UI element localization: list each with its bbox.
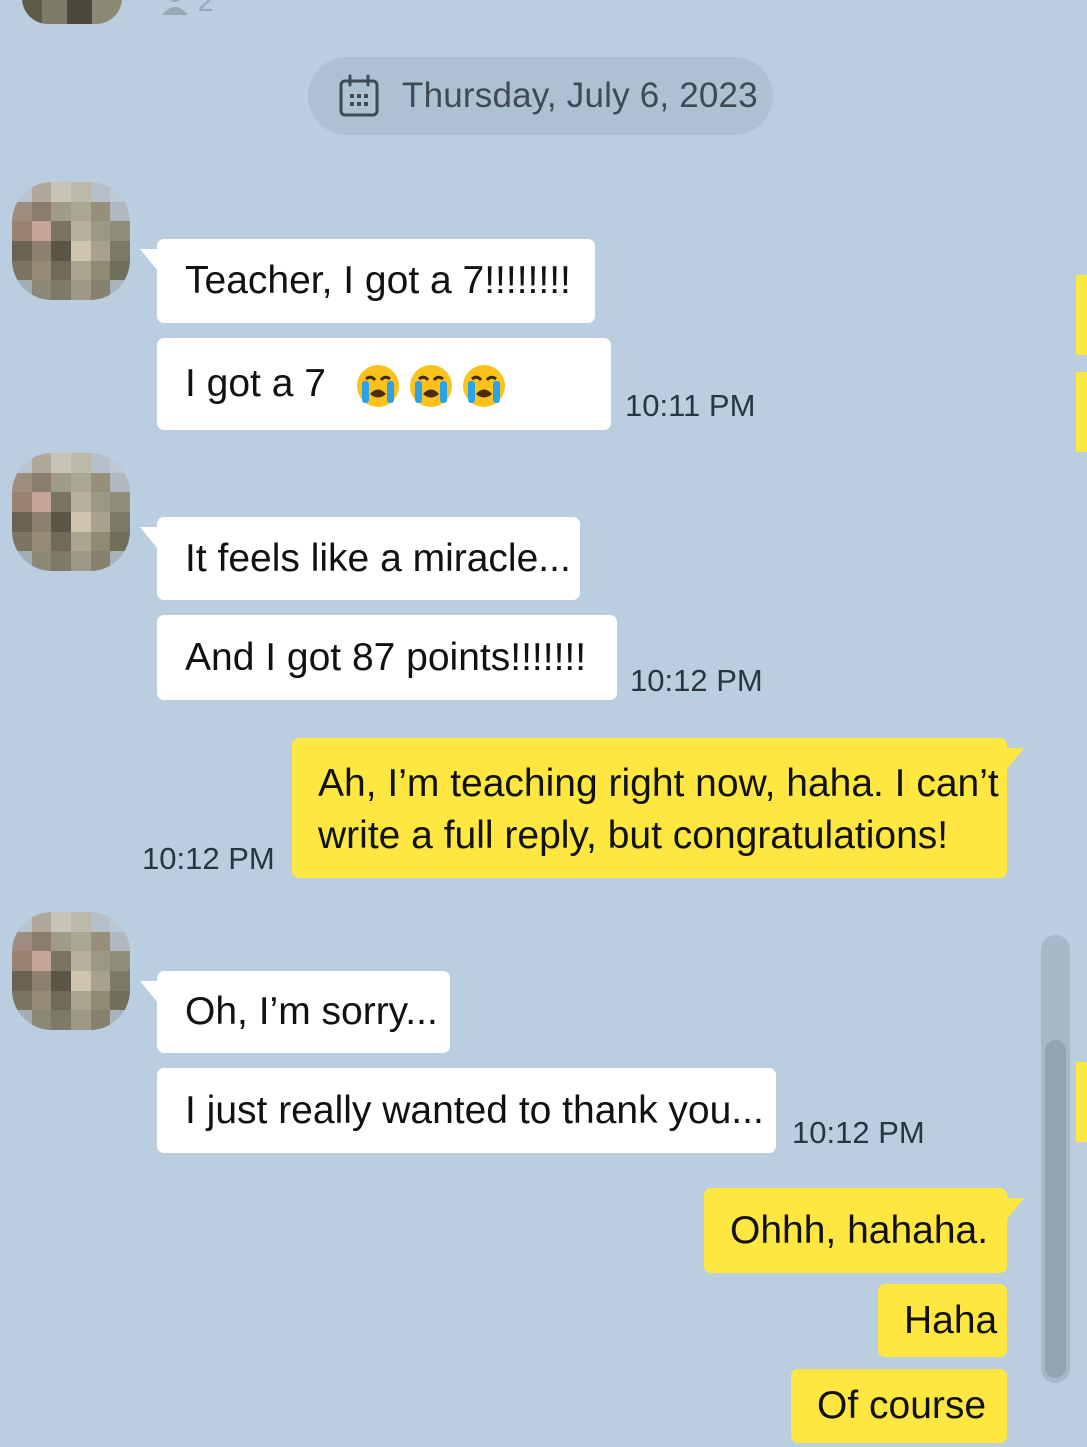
message-text: Haha — [904, 1299, 998, 1342]
message-text: And I got 87 points!!!!!!! — [185, 636, 587, 679]
message-timestamp: 10:12 PM — [792, 1115, 925, 1150]
crying-face-icon — [356, 364, 399, 407]
message-bubble-outgoing[interactable]: Haha — [878, 1284, 1007, 1357]
message-bubble-incoming[interactable]: It feels like a miracle... — [140, 517, 580, 600]
top-avatar[interactable] — [22, 0, 122, 24]
message-text-line: Ah, I’m teaching right now, haha. I can’… — [318, 762, 999, 805]
edge-peek — [1076, 372, 1087, 452]
message-text: I just really wanted to thank you... — [185, 1089, 764, 1132]
sender-avatar[interactable] — [12, 912, 130, 1030]
scrollbar-thumb[interactable] — [1045, 1040, 1066, 1378]
person-icon — [162, 0, 188, 15]
message-text: Teacher, I got a 7!!!!!!!! — [185, 259, 571, 302]
message-bubble-incoming[interactable]: I just really wanted to thank you... — [157, 1068, 776, 1153]
crying-face-icon — [462, 364, 505, 407]
crying-face-icon — [409, 364, 452, 407]
edge-peek — [1076, 275, 1087, 355]
message-bubble-incoming[interactable]: Oh, I’m sorry... — [140, 971, 450, 1053]
message-bubble-incoming[interactable]: I got a 7 — [157, 338, 611, 430]
member-count-label: 2 — [197, 0, 214, 17]
message-text: I got a 7 — [185, 362, 326, 405]
message-text: Of course — [817, 1384, 987, 1427]
date-label: Thursday, July 6, 2023 — [402, 76, 758, 115]
message-text-line: write a full reply, but congratulations! — [318, 814, 949, 857]
sender-avatar[interactable] — [12, 182, 130, 300]
message-text: It feels like a miracle... — [185, 537, 571, 580]
message-bubble-incoming[interactable]: And I got 87 points!!!!!!! — [157, 615, 617, 700]
message-bubble-outgoing[interactable]: Ah, I’m teaching right now, haha. I can’… — [292, 738, 1024, 878]
message-bubble-outgoing[interactable]: Ohhh, hahaha. — [704, 1188, 1024, 1273]
message-text: Oh, I’m sorry... — [185, 990, 438, 1033]
message-timestamp: 10:11 PM — [625, 388, 756, 423]
date-separator: Thursday, July 6, 2023 — [308, 57, 773, 135]
message-text: Ohhh, hahaha. — [730, 1209, 989, 1252]
sender-avatar[interactable] — [12, 453, 130, 571]
message-bubble-outgoing[interactable]: Of course — [791, 1369, 1007, 1443]
edge-peek — [1076, 1062, 1087, 1142]
calendar-icon — [339, 74, 379, 117]
message-timestamp: 10:12 PM — [142, 841, 275, 876]
message-bubble-incoming[interactable]: Teacher, I got a 7!!!!!!!! — [140, 239, 595, 323]
member-count: 2 — [160, 0, 213, 18]
message-timestamp: 10:12 PM — [630, 663, 763, 698]
